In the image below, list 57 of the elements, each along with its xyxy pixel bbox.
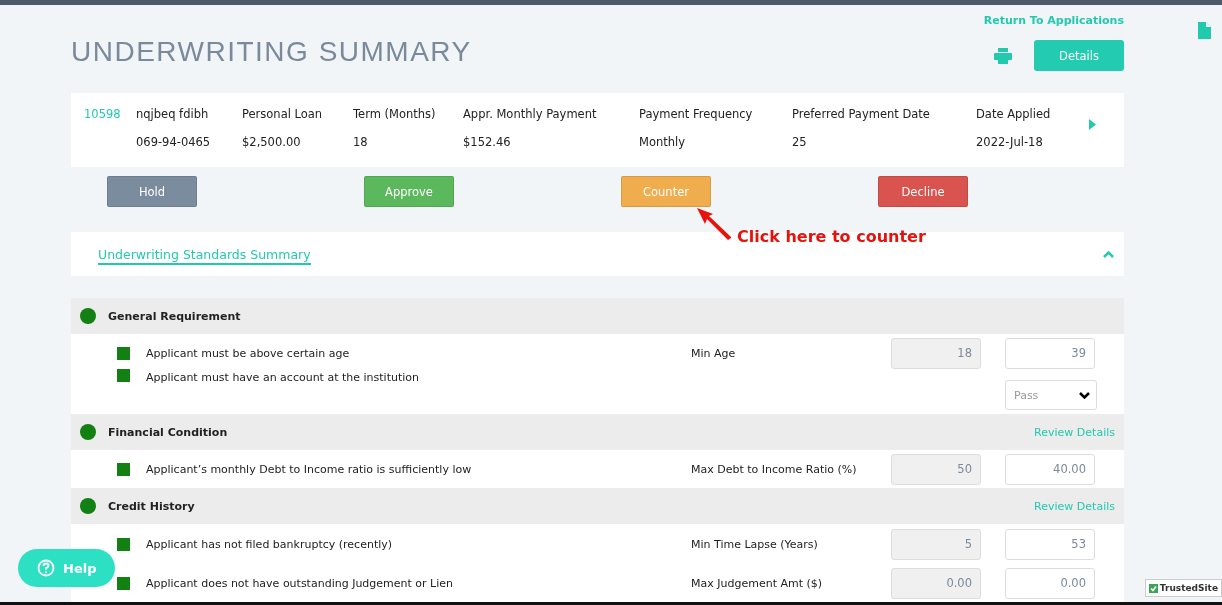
decline-button[interactable]: Decline	[878, 176, 968, 207]
field-value: $152.46	[463, 135, 512, 149]
trust-badge[interactable]: TrustedSite	[1144, 579, 1222, 597]
criterion-text: Applicant has not filed bankruptcy (recently)	[146, 537, 394, 551]
criterion-label: Max Debt to Income Ratio (%)	[691, 462, 858, 476]
value-field[interactable]: 53	[1005, 528, 1095, 560]
chevron-icon[interactable]	[1103, 250, 1114, 258]
help-button[interactable]: Help	[18, 549, 115, 587]
question-icon	[37, 559, 55, 577]
value-field[interactable]: 39	[1005, 337, 1095, 369]
criterion-text: Applicant does not have outstanding Judgement or Lien	[146, 576, 455, 590]
criterion-label: Max Judgement Amt ($)	[691, 576, 824, 590]
field-label: Payment Frequency	[639, 107, 754, 121]
review-details-link[interactable]: Review Details	[1034, 499, 1115, 513]
caret-icon	[1079, 391, 1090, 399]
standard-field: 18	[891, 337, 981, 369]
field-label: Date Applied	[976, 107, 1052, 121]
applicant-name: nqjbeq fdibh	[136, 107, 210, 121]
return-link[interactable]: Return To Applications	[983, 14, 1124, 27]
document-icon[interactable]	[1198, 22, 1211, 39]
field-value: 25	[792, 135, 808, 149]
criterion-text: Applicant must have an account at the institution	[146, 371, 420, 384]
print-icon[interactable]	[994, 47, 1012, 64]
page-title: UNDERWRITING SUMMARY	[71, 36, 472, 68]
counter-button[interactable]: Counter	[621, 176, 711, 207]
details-button[interactable]: Details	[1034, 40, 1124, 71]
section-tab[interactable]: Underwriting Standards Summary	[98, 247, 311, 265]
review-details-link[interactable]: Review Details	[1034, 425, 1115, 439]
standard-field: 0.00	[891, 567, 981, 599]
value-field[interactable]: 0.00	[1005, 567, 1095, 599]
field-label: Personal Loan	[242, 107, 324, 121]
field-label: Term (Months)	[353, 107, 437, 121]
standard-field: 5	[891, 528, 981, 560]
approve-button[interactable]: Approve	[364, 176, 454, 207]
value-field[interactable]: 40.00	[1005, 453, 1095, 485]
criterion-label: Min Time Lapse (Years)	[691, 537, 819, 551]
group-title: Credit History	[108, 499, 196, 513]
standard-field: 50	[891, 453, 981, 485]
pass-dropdown[interactable]: Pass	[1005, 380, 1097, 410]
field-value: $2,500.00	[242, 135, 302, 149]
annotation-text: Click here to counter	[737, 227, 926, 246]
criterion-text: Applicant’s monthly Debt to Income ratio is sufficiently low	[146, 462, 473, 476]
field-value: 18	[353, 135, 369, 149]
next-arrow-icon[interactable]	[1089, 119, 1096, 130]
application-id[interactable]: 10598	[84, 107, 136, 121]
group-title: Financial Condition	[108, 425, 229, 439]
field-value: Monthly	[639, 135, 687, 149]
field-label: Preferred Payment Date	[792, 107, 931, 121]
check-icon	[1148, 583, 1158, 593]
criterion-text: Applicant must be above certain age	[146, 346, 351, 360]
applicant-ssn: 069-94-0465	[136, 135, 212, 149]
annotation-arrow	[697, 208, 733, 240]
hold-button[interactable]: Hold	[107, 176, 197, 207]
field-value: 2022-Jul-18	[976, 135, 1044, 149]
group-title: General Requirement	[108, 309, 242, 323]
field-label: Appr. Monthly Payment	[463, 107, 598, 121]
criterion-label: Min Age	[691, 346, 737, 360]
